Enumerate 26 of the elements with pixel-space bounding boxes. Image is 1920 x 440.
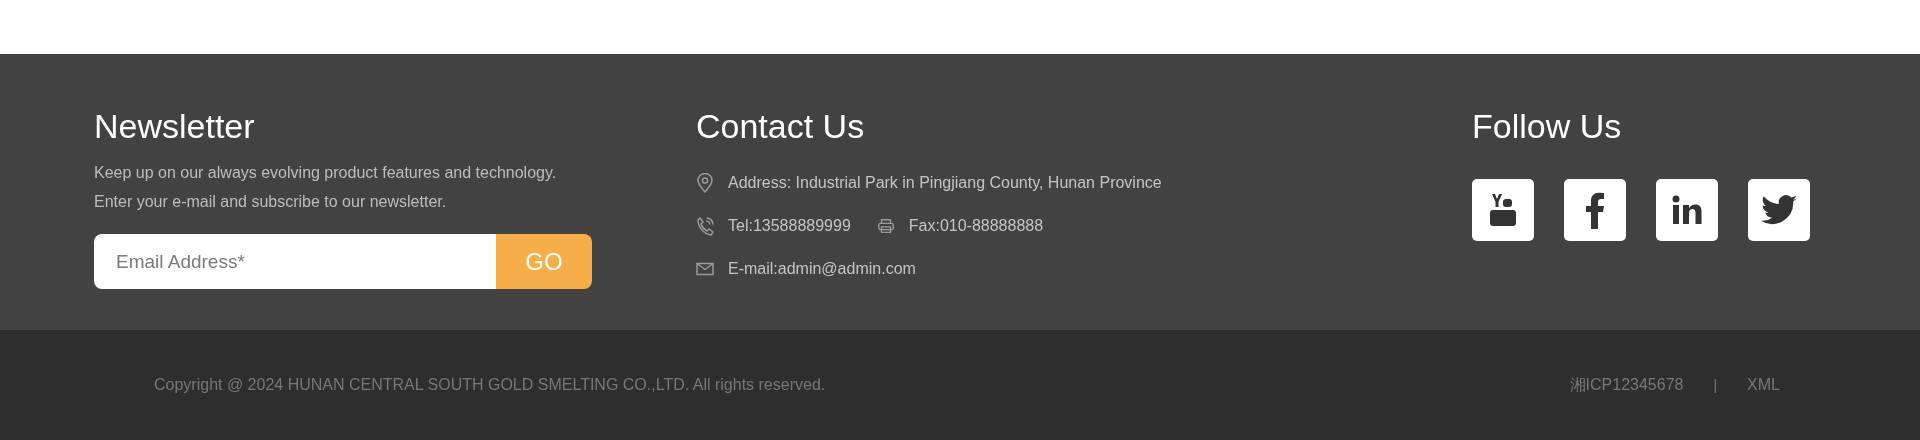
separator: |	[1713, 377, 1718, 393]
contact-text: Fax:010-88888888	[908, 217, 1044, 235]
icp-number: 湘ICP12345678	[1569, 374, 1684, 395]
printer-icon	[876, 217, 895, 235]
xml-link[interactable]: XML	[1747, 376, 1780, 394]
contact-text: Tel:13588889999	[728, 217, 851, 235]
copyright-text: Copyright @ 2024 HUNAN CENTRAL SOUTH GOLD SMELTING CO.,LTD. All rights reserved.	[154, 376, 826, 394]
envelope-icon	[696, 262, 714, 276]
section-title: Contact Us	[696, 106, 866, 146]
email-field[interactable]: Email Address*	[94, 234, 496, 289]
social-button[interactable]	[1564, 179, 1626, 241]
phone-icon	[696, 216, 714, 236]
contact-text: E-mail:admin@admin.com	[728, 260, 916, 278]
section-title: Follow Us	[1472, 106, 1623, 146]
social-button[interactable]	[1748, 179, 1810, 241]
contact-text: Address: Industrial Park in Pingjiang County, Hunan Province	[728, 174, 1162, 192]
social-button[interactable]	[1472, 179, 1534, 241]
go-button[interactable]: GO	[496, 234, 592, 289]
newsletter-text: Keep up on our always evolving product features and technology.	[94, 163, 558, 183]
section-title: Newsletter	[94, 106, 256, 146]
newsletter-text: Enter your e-mail and subscribe to our newsletter.	[94, 192, 448, 212]
in-letter-icon	[1672, 195, 1702, 225]
bird-icon	[1761, 195, 1797, 225]
f-letter-icon	[1585, 191, 1605, 229]
pin-icon	[696, 173, 714, 193]
social-button[interactable]	[1656, 179, 1718, 241]
